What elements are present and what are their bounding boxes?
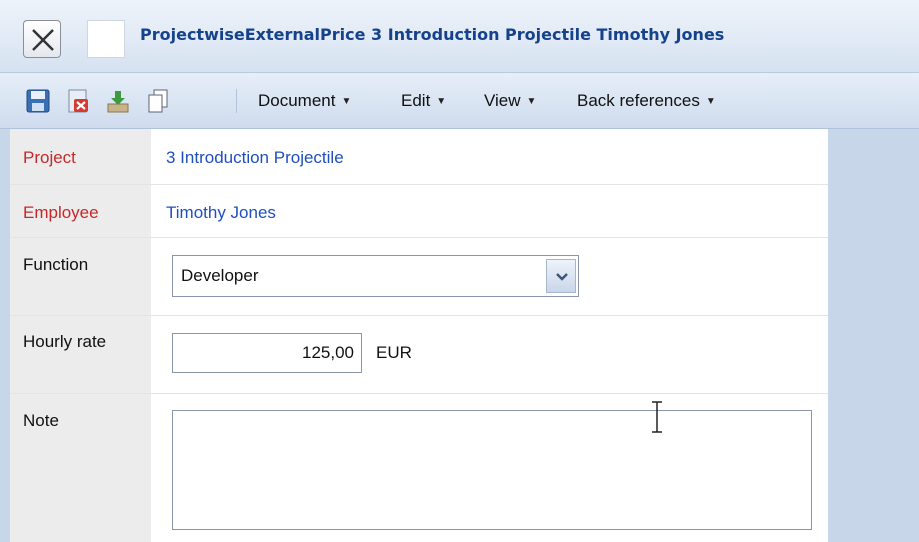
delete-icon[interactable] — [64, 87, 92, 115]
close-icon — [32, 29, 54, 51]
chevron-down-icon: ▼ — [341, 96, 352, 107]
note-label: Note — [23, 411, 59, 430]
menu-edit-label: Edit — [401, 91, 431, 110]
menu-document[interactable]: Document ▼ — [258, 91, 351, 111]
row-divider — [10, 237, 828, 238]
close-button[interactable] — [23, 20, 61, 58]
menu-edit[interactable]: Edit ▼ — [401, 91, 446, 111]
toolbar-separator — [236, 89, 237, 113]
menu-back-references-label: Back references — [577, 91, 700, 110]
function-selected-value: Developer — [181, 266, 259, 285]
row-divider — [10, 184, 828, 185]
toolbar: Document ▼ Edit ▼ View ▼ Back references ▼ — [0, 73, 919, 129]
download-icon[interactable] — [104, 87, 132, 115]
window-icon-placeholder — [87, 20, 125, 58]
project-label: Project — [23, 148, 76, 167]
hourly-rate-label: Hourly rate — [23, 332, 107, 351]
employee-link[interactable]: Timothy Jones — [166, 203, 276, 223]
detail-form: Project 3 Introduction Projectile Employ… — [10, 129, 828, 542]
menu-back-references[interactable]: Back references ▼ — [577, 91, 716, 111]
function-select[interactable]: Developer — [172, 255, 579, 297]
employee-label: Employee — [23, 203, 99, 222]
function-dropdown-button[interactable] — [546, 259, 576, 293]
function-label: Function — [23, 255, 89, 274]
chevron-down-icon: ▼ — [436, 96, 447, 107]
title-bar: ProjectwiseExternalPrice 3 Introduction … — [0, 0, 919, 73]
hourly-rate-input[interactable]: 125,00 — [172, 333, 362, 373]
chevron-down-icon — [556, 273, 568, 281]
project-link[interactable]: 3 Introduction Projectile — [166, 148, 344, 168]
copy-icon[interactable] — [144, 87, 172, 115]
row-divider — [10, 393, 828, 394]
currency-unit: EUR — [376, 343, 412, 362]
save-icon[interactable] — [24, 87, 52, 115]
menu-view-label: View — [484, 91, 521, 110]
menu-view[interactable]: View ▼ — [484, 91, 536, 111]
row-divider — [10, 315, 828, 316]
chevron-down-icon: ▼ — [526, 96, 537, 107]
text-cursor-icon — [652, 401, 662, 433]
menu-document-label: Document — [258, 91, 336, 110]
chevron-down-icon: ▼ — [705, 96, 716, 107]
window-title: ProjectwiseExternalPrice 3 Introduction … — [140, 25, 725, 44]
note-textarea[interactable] — [172, 410, 812, 530]
